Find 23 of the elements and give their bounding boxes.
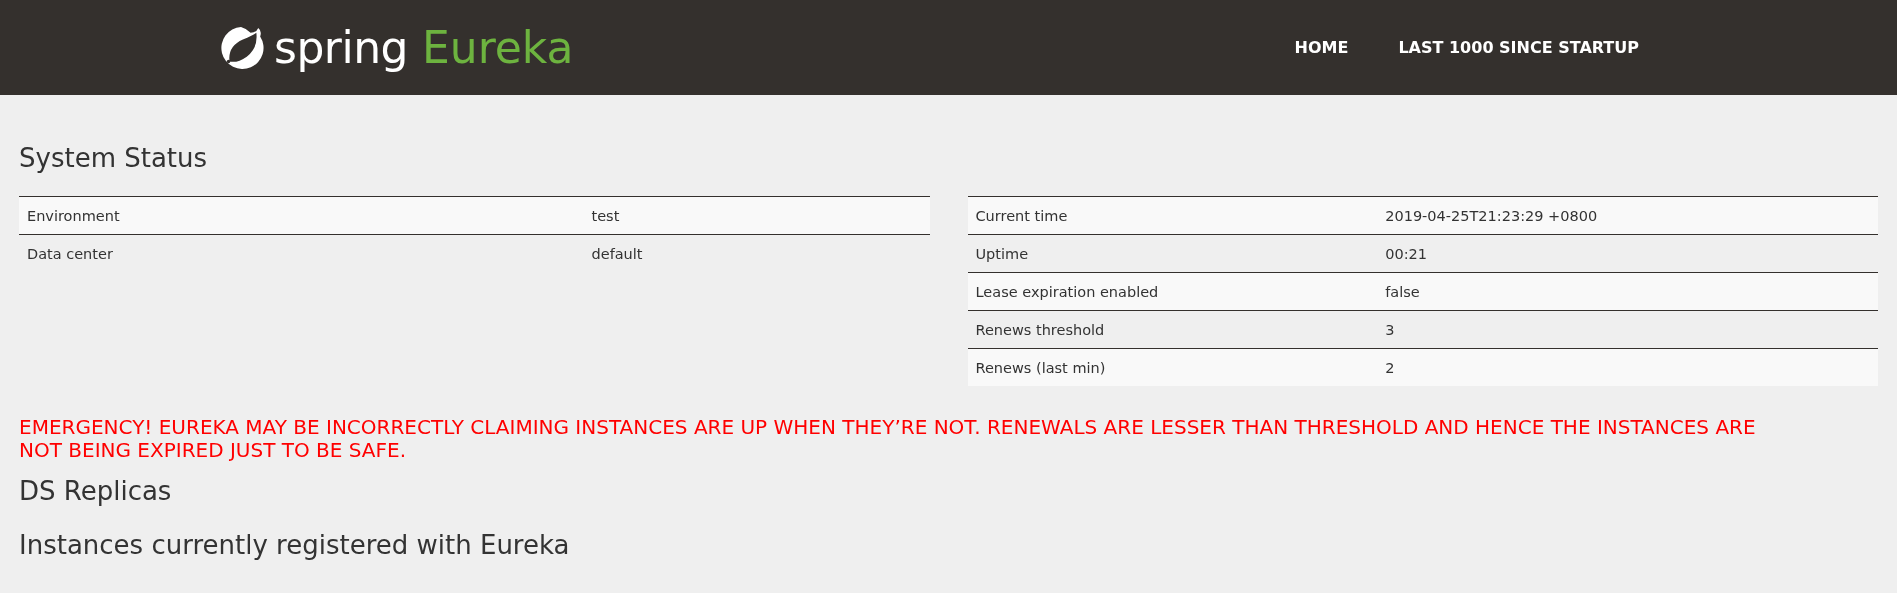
- product-name: Eureka: [422, 22, 574, 73]
- table-cell: Renews threshold: [967, 310, 1378, 349]
- emergency-warning: EMERGENCY! EUREKA MAY BE INCORRECTLY CLAIMING INSTANCES ARE UP WHEN THEY’RE NOT. RENEWALS ARE LESSER THAN THRESHOLD AND HENCE THE INSTANCES ARE NOT BEING EXPIRED JUST TO BE SAFE.: [19, 416, 1757, 462]
- table-cell: Environment: [19, 196, 584, 235]
- table-cell: test: [583, 196, 930, 235]
- leaf-logo-icon: [218, 24, 264, 71]
- section-heading: System Status: [19, 143, 209, 175]
- brand-name: spring: [274, 22, 408, 73]
- table-cell: 2: [1377, 348, 1878, 386]
- table-cell: 2019-04-25T21:23:29 +0800: [1377, 196, 1878, 235]
- table-cell: Renews (last min): [967, 348, 1378, 386]
- table-cell: 00:21: [1377, 234, 1878, 273]
- section-heading: Instances currently registered with Eureka: [19, 529, 571, 562]
- table-cell: 3: [1377, 310, 1878, 349]
- table-cell: Lease expiration enabled: [967, 272, 1378, 311]
- section-heading: DS Replicas: [19, 475, 173, 508]
- table-cell: Data center: [19, 234, 584, 272]
- table-cell: Current time: [967, 196, 1378, 235]
- table-cell: Uptime: [967, 234, 1378, 273]
- nav-link[interactable]: LAST 1000 SINCE STARTUP: [1398, 38, 1639, 57]
- table-cell: default: [583, 234, 930, 272]
- table-cell: false: [1377, 272, 1878, 311]
- nav-link[interactable]: HOME: [1294, 38, 1349, 57]
